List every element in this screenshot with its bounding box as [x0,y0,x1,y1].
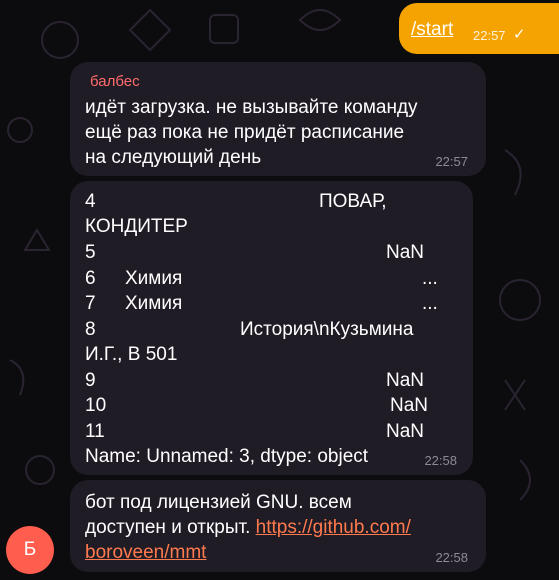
schedule-cell: NaN [386,242,425,263]
schedule-footer: Name: Unnamed: 3, dtype: object [85,446,369,467]
github-link-continued[interactable]: boroveen/mmt [85,540,206,566]
schedule-cell: 8 [85,319,96,340]
schedule-cell: NaN [386,370,425,391]
schedule-cell: 11 [85,421,105,442]
schedule-cell: 9 [85,370,96,391]
schedule-cell: Химия [125,268,183,289]
avatar[interactable]: Б [6,526,54,574]
incoming-message-schedule[interactable]: 4 ПОВАР, КОНДИТЕР 5 NaN 6 Химия ... 7 Хи… [70,181,473,475]
github-link[interactable]: https://github.com/ [256,517,411,538]
message-text-line: идёт загрузка. не вызывайте команду [85,97,418,118]
schedule-cell: 6 [85,268,96,289]
schedule-cell: Химия [125,293,183,314]
schedule-cell: NaN [390,395,429,416]
incoming-message[interactable]: балбес идёт загрузка. не вызывайте коман… [70,62,486,176]
schedule-cell: ... [422,268,438,289]
message-text-line: бот под лицензией GNU. всем [85,492,352,513]
schedule-cell: КОНДИТЕР [85,216,188,237]
outgoing-message[interactable]: /start 22:57 ✓ [399,3,559,54]
message-text: доступен и открыт. [85,517,251,538]
message-text-line: доступен и открыт. https://github.com/ [85,515,411,541]
schedule-cell: ПОВАР, [319,191,387,212]
schedule-cell: И.Г., В 501 [85,344,178,365]
message-text-line: ещё раз пока не придёт расписание [85,122,405,143]
message-time: 22:57 [473,28,506,43]
incoming-message[interactable]: бот под лицензией GNU. всем доступен и о… [70,480,486,572]
sender-name[interactable]: балбес [90,69,140,95]
schedule-cell: История\nКузьмина [240,319,414,340]
schedule-cell: 10 [85,395,107,416]
message-time: 22:58 [424,453,457,468]
message-text-line: на следующий день [85,147,262,168]
message-time: 22:58 [435,550,468,565]
schedule-cell: 5 [85,242,96,263]
schedule-cell: ... [422,293,438,314]
checkmark-icon: ✓ [513,26,526,43]
schedule-cell: 7 [85,293,96,314]
message-time: 22:57 [435,154,468,169]
schedule-cell: NaN [386,421,425,442]
schedule-cell: 4 [85,191,96,212]
command-text[interactable]: /start [411,19,453,41]
